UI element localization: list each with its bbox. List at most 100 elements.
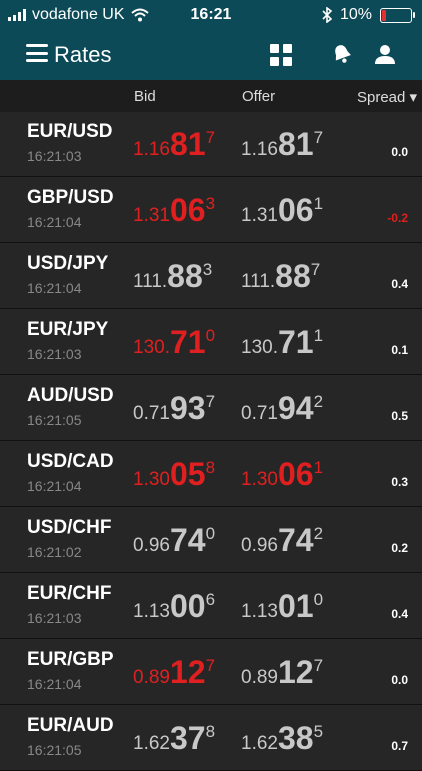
status-bar: vodafone UK 16:21 10%	[0, 0, 422, 30]
bid-price[interactable]: 0.71937	[133, 390, 215, 427]
column-headers: Bid Offer Spread ▾	[0, 80, 422, 112]
offer-price[interactable]: 1.31061	[241, 192, 323, 229]
quote-time: 16:21:03	[27, 610, 82, 626]
bid-pips: 93	[169, 390, 206, 426]
bid-prefix: 1.31	[133, 205, 170, 226]
spread-value: 0.3	[391, 475, 408, 489]
rate-row[interactable]: EUR/JPY 16:21:03 130.710 130.711 0.1	[0, 310, 422, 375]
rate-row[interactable]: AUD/USD 16:21:05 0.71937 0.71942 0.5	[0, 376, 422, 441]
menu-icon[interactable]	[26, 44, 48, 62]
rate-row[interactable]: EUR/USD 16:21:03 1.16817 1.16817 0.0	[0, 112, 422, 177]
battery-percent: 10%	[339, 6, 372, 23]
quote-time: 16:21:04	[27, 676, 82, 692]
rate-row[interactable]: USD/JPY 16:21:04 111.883 111.887 0.4	[0, 244, 422, 309]
offer-pips: 06	[277, 192, 314, 228]
bid-prefix: 1.62	[133, 733, 170, 754]
bid-prefix: 0.96	[133, 535, 170, 556]
quote-time: 16:21:02	[27, 544, 82, 560]
spread-value: -0.2	[387, 211, 408, 225]
offer-prefix: 111.	[241, 271, 276, 292]
page-title: Rates	[54, 42, 112, 67]
offer-prefix: 1.31	[241, 205, 278, 226]
currency-pair: EUR/USD	[27, 121, 113, 142]
offer-pips: 74	[277, 522, 314, 558]
offer-fraction: 1	[313, 194, 324, 213]
spread-value: 0.0	[391, 673, 408, 687]
rate-row[interactable]: EUR/AUD 16:21:05 1.62378 1.62385 0.7	[0, 706, 422, 771]
offer-fraction: 7	[310, 260, 321, 279]
offer-fraction: 2	[313, 392, 324, 411]
quote-time: 16:21:03	[27, 346, 82, 362]
offer-prefix: 0.89	[241, 667, 278, 688]
quote-time: 16:21:05	[27, 412, 82, 428]
bid-price[interactable]: 1.31063	[133, 192, 215, 229]
offer-pips: 94	[277, 390, 314, 426]
offer-prefix: 1.13	[241, 601, 278, 622]
rate-row[interactable]: EUR/CHF 16:21:03 1.13006 1.13010 0.4	[0, 574, 422, 639]
bid-fraction: 3	[205, 194, 216, 213]
offer-price[interactable]: 1.62385	[241, 720, 323, 757]
offer-price[interactable]: 1.13010	[241, 588, 323, 625]
quote-time: 16:21:04	[27, 280, 82, 296]
bid-pips: 74	[169, 522, 206, 558]
currency-pair: EUR/AUD	[27, 715, 114, 736]
bid-price[interactable]: 1.16817	[133, 126, 215, 163]
offer-price[interactable]: 0.96742	[241, 522, 323, 559]
currency-pair: EUR/CHF	[27, 583, 112, 604]
bid-pips: 81	[169, 126, 206, 162]
offer-pips: 38	[277, 720, 314, 756]
bid-fraction: 6	[205, 590, 216, 609]
bid-price[interactable]: 0.89127	[133, 654, 215, 691]
currency-pair: USD/CHF	[27, 517, 112, 538]
offer-price[interactable]: 1.30061	[241, 456, 323, 493]
spread-sort-header[interactable]: Spread ▾	[357, 88, 417, 106]
bid-fraction: 7	[205, 656, 216, 675]
offer-price[interactable]: 0.71942	[241, 390, 323, 427]
bid-price[interactable]: 111.883	[133, 258, 212, 295]
bid-price[interactable]: 1.13006	[133, 588, 215, 625]
spread-value: 0.4	[391, 607, 408, 621]
bid-prefix: 0.89	[133, 667, 170, 688]
offer-prefix: 1.62	[241, 733, 278, 754]
bid-prefix: 0.71	[133, 403, 170, 424]
grid-view-icon[interactable]	[270, 44, 292, 66]
currency-pair: EUR/JPY	[27, 319, 109, 340]
offer-price[interactable]: 0.89127	[241, 654, 323, 691]
bid-prefix: 1.30	[133, 469, 170, 490]
user-icon[interactable]	[373, 42, 397, 66]
bid-price[interactable]: 1.62378	[133, 720, 215, 757]
offer-pips: 88	[275, 258, 311, 294]
bid-pips: 12	[169, 654, 206, 690]
offer-price[interactable]: 1.16817	[241, 126, 323, 163]
app-header: Rates	[0, 30, 422, 80]
rate-row[interactable]: USD/CHF 16:21:02 0.96740 0.96742 0.2	[0, 508, 422, 573]
offer-fraction: 2	[313, 524, 324, 543]
offer-prefix: 0.71	[241, 403, 278, 424]
offer-pips: 12	[277, 654, 314, 690]
rate-row[interactable]: GBP/USD 16:21:04 1.31063 1.31061 -0.2	[0, 178, 422, 243]
currency-pair: USD/JPY	[27, 253, 109, 274]
bid-fraction: 0	[205, 326, 216, 345]
rate-row[interactable]: EUR/GBP 16:21:04 0.89127 0.89127 0.0	[0, 640, 422, 705]
quote-time: 16:21:04	[27, 478, 82, 494]
bid-price[interactable]: 0.96740	[133, 522, 215, 559]
bid-price[interactable]: 1.30058	[133, 456, 215, 493]
rate-row[interactable]: USD/CAD 16:21:04 1.30058 1.30061 0.3	[0, 442, 422, 507]
bid-prefix: 111.	[133, 271, 168, 292]
bid-price[interactable]: 130.710	[133, 324, 215, 361]
offer-fraction: 1	[313, 458, 324, 477]
offer-prefix: 1.16	[241, 139, 278, 160]
offer-price[interactable]: 130.711	[241, 324, 323, 361]
offer-fraction: 0	[313, 590, 324, 609]
bid-pips: 88	[167, 258, 203, 294]
bluetooth-icon	[322, 7, 332, 23]
spread-value: 0.7	[391, 739, 408, 753]
bid-pips: 37	[169, 720, 206, 756]
spread-value: 0.1	[391, 343, 408, 357]
bell-icon[interactable]	[330, 42, 354, 66]
bid-prefix: 130.	[133, 337, 170, 358]
offer-price[interactable]: 111.887	[241, 258, 320, 295]
bid-fraction: 7	[205, 128, 216, 147]
bid-fraction: 0	[205, 524, 216, 543]
spread-value: 0.4	[391, 277, 408, 291]
